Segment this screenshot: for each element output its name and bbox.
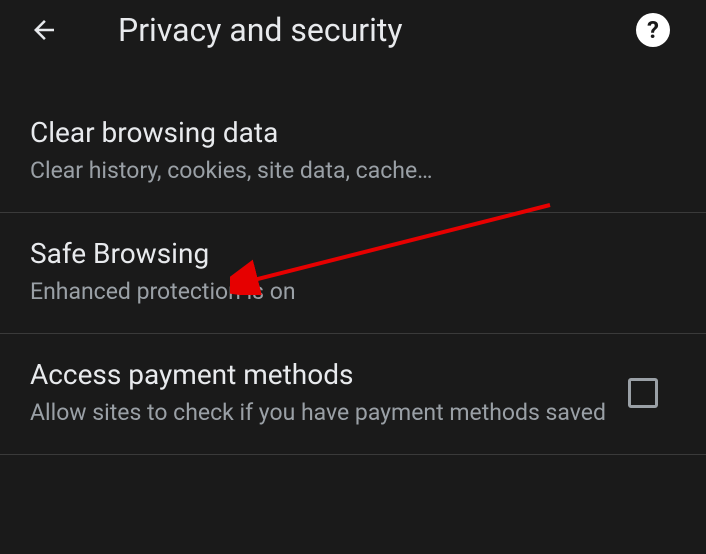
header: Privacy and security ? — [0, 0, 706, 62]
setting-subtitle: Allow sites to check if you have payment… — [30, 397, 608, 428]
help-icon: ? — [647, 16, 659, 44]
setting-title: Safe Browsing — [30, 237, 676, 270]
safe-browsing-item[interactable]: Safe Browsing Enhanced protection is on — [0, 213, 706, 334]
settings-list: Clear browsing data Clear history, cooki… — [0, 92, 706, 455]
clear-browsing-data-item[interactable]: Clear browsing data Clear history, cooki… — [0, 92, 706, 213]
back-button[interactable] — [24, 10, 64, 50]
page-title: Privacy and security — [118, 11, 636, 49]
help-button[interactable]: ? — [636, 13, 670, 47]
setting-text: Access payment methods Allow sites to ch… — [30, 358, 608, 428]
setting-subtitle: Clear history, cookies, site data, cache… — [30, 155, 676, 186]
setting-text: Clear browsing data Clear history, cooki… — [30, 116, 676, 186]
setting-title: Access payment methods — [30, 358, 608, 391]
access-payment-methods-item[interactable]: Access payment methods Allow sites to ch… — [0, 334, 706, 455]
setting-subtitle: Enhanced protection is on — [30, 276, 676, 307]
back-arrow-icon — [29, 15, 59, 45]
payment-methods-checkbox[interactable] — [628, 378, 658, 408]
setting-text: Safe Browsing Enhanced protection is on — [30, 237, 676, 307]
setting-title: Clear browsing data — [30, 116, 676, 149]
